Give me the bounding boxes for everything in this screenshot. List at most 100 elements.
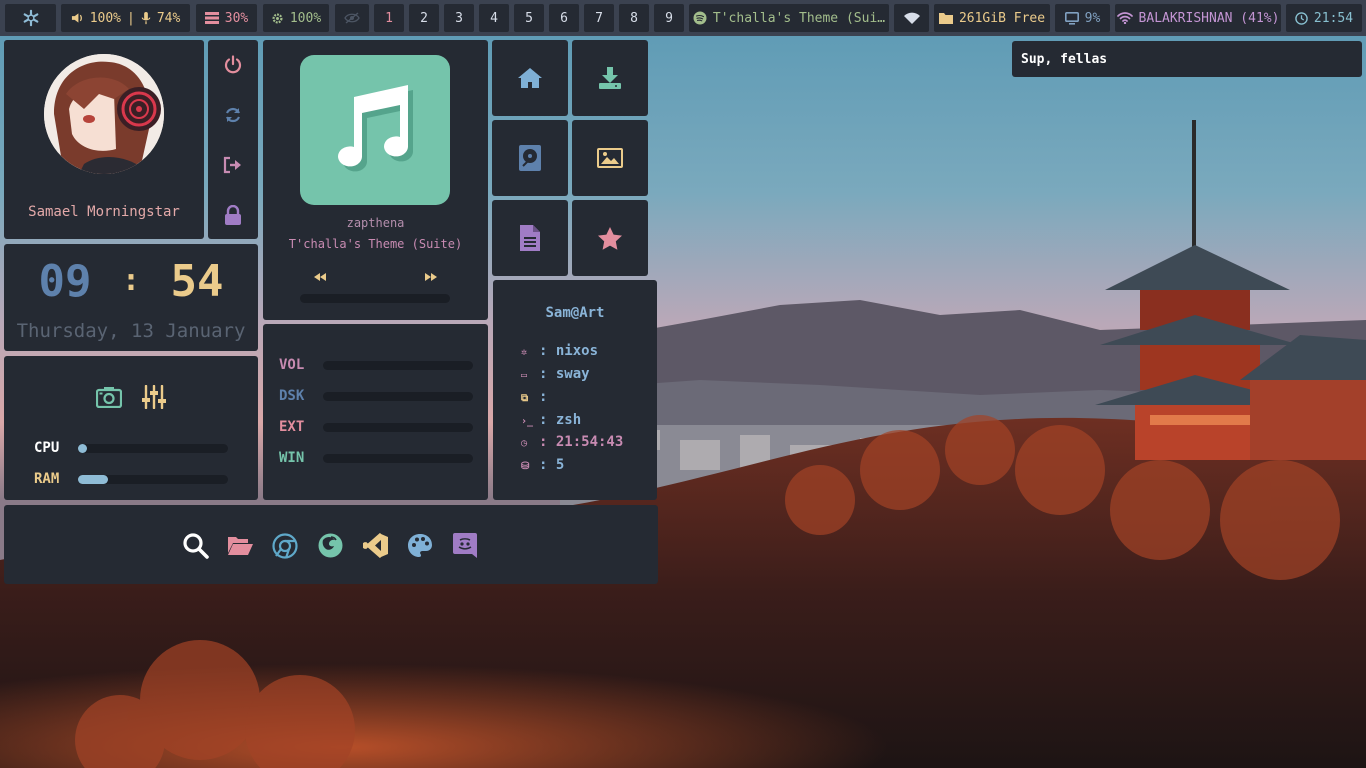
previous-track-button[interactable] [314,266,326,285]
package-icon: ⛁ [521,461,530,472]
idle-inhibitor-button[interactable] [335,4,369,32]
fetch-shell-value: : zsh [539,412,582,428]
fetch-wm-value: : sway [539,366,590,382]
disk-module[interactable]: 261GiB Free [934,4,1050,32]
network-module[interactable]: BALAKRISHNAN (41%) [1115,4,1281,32]
eye-slash-icon [344,12,360,24]
screenshot-button[interactable] [95,386,123,412]
reboot-button[interactable] [208,100,258,130]
memory-icon [204,12,219,24]
next-track-button[interactable] [425,266,437,285]
workspace-7[interactable]: 7 [584,4,614,32]
clock-icon [1295,11,1308,25]
spotify-track: T'challa's Theme (Sui… [712,10,886,26]
workspace-9[interactable]: 9 [654,4,684,32]
spotify-module[interactable]: T'challa's Theme (Sui… [689,4,889,32]
clock-icon: ◷ [521,438,528,449]
fetch-os-value: : nixos [539,343,599,359]
album-art [300,55,450,205]
home-folder-button[interactable] [492,40,568,116]
win-label: WIN [279,450,305,466]
ext-label: EXT [279,419,305,435]
vol-label: VOL [279,357,305,373]
avatar [44,54,164,174]
disk-folder-button[interactable] [492,120,568,196]
terminal-icon: ›_ [521,416,534,427]
discord-button[interactable] [452,532,478,563]
fetch-row-shell: ›_ : zsh [521,412,581,428]
backlight-module[interactable]: 9% [1055,4,1110,32]
chromium-button[interactable] [272,533,298,563]
cpu-label: CPU [34,440,60,456]
fetch-row-theme: ⧉: [521,389,547,405]
monitor-icon [1064,11,1079,25]
lock-icon [225,205,241,225]
gear-icon: ✲ [521,347,528,358]
firefox-icon [318,533,343,558]
logout-button[interactable] [208,150,258,180]
fetch-title: Sam@Art [545,305,605,321]
pictures-folder-button[interactable] [572,120,648,196]
win-bar [323,454,473,463]
dsk-label: DSK [279,388,305,404]
system-fetch: Sam@Art ✲: nixos ▭: sway ⧉: ›_: zsh ◷: 2… [493,280,657,500]
fetch-row-os: ✲ : nixos [521,343,598,359]
clock-minute: 54 [170,256,224,307]
track-progress-bar[interactable] [300,294,450,303]
fetch-row-packages: ⛁ : 5 [521,457,564,473]
downloads-folder-button[interactable] [572,40,648,116]
workspace-2[interactable]: 2 [409,4,439,32]
memory-module[interactable]: 30% [196,4,257,32]
home-icon [518,68,542,88]
wifi-status-button[interactable] [894,4,929,32]
status-bar: 100% | 74% 30% 100% 1 2 3 4 5 6 7 8 9 T'… [0,0,1366,36]
download-icon [599,67,621,89]
search-app-button[interactable] [182,532,209,563]
wifi-signal-icon [1116,12,1133,24]
notification-text: Sup, fellas [1021,51,1108,67]
discord-icon [453,533,477,558]
workspace-5[interactable]: 5 [514,4,544,32]
fetch-packages-value: : 5 [539,457,565,473]
audio-separator: | [127,10,135,26]
power-icon [224,55,242,74]
color-picker-button[interactable] [407,533,433,562]
clock-widget: 09 : 54 Thursday, 13 January [4,244,258,351]
workspace-1[interactable]: 1 [374,4,404,32]
cpu-bar [78,444,228,453]
memory-value: 30% [224,10,249,26]
lock-button[interactable] [208,200,258,230]
music-player: zapthena T'challa's Theme (Suite) [263,40,488,320]
cpu-value: 100% [289,10,322,26]
workspace-4[interactable]: 4 [479,4,509,32]
workspace-8[interactable]: 8 [619,4,649,32]
workspace-6[interactable]: 6 [549,4,579,32]
vscode-button[interactable] [362,532,389,562]
system-monitor: CPU RAM [4,356,258,500]
clock-time: 09 : 54 [4,256,258,307]
document-icon [520,225,540,251]
workspace-3[interactable]: 3 [444,4,474,32]
shutdown-button[interactable] [208,50,258,80]
chromium-icon [272,533,298,559]
firefox-button[interactable] [317,532,344,563]
hard-drive-icon [519,145,541,171]
nixos-snowflake-icon [23,9,38,27]
profile-card: Samael Morningstar [4,40,204,239]
favorites-button[interactable] [572,200,648,276]
documents-folder-button[interactable] [492,200,568,276]
clock-date: Thursday, 13 January [16,320,246,342]
power-menu [208,40,258,239]
cpu-module[interactable]: 100% [263,4,329,32]
nixos-launcher-button[interactable] [5,4,56,32]
audio-module[interactable]: 100% | 74% [61,4,190,32]
file-manager-button[interactable] [227,535,254,560]
clock-hour: 09 [38,256,92,307]
clock-module[interactable]: 21:54 [1286,4,1362,32]
settings-sliders-button[interactable] [141,384,167,413]
notification-popup[interactable]: Sup, fellas [1012,41,1362,77]
monitor-icon: ▭ [521,370,528,381]
fast-forward-icon [425,273,437,281]
track-title: T'challa's Theme (Suite) [288,237,463,251]
username: Samael Morningstar [28,204,180,220]
